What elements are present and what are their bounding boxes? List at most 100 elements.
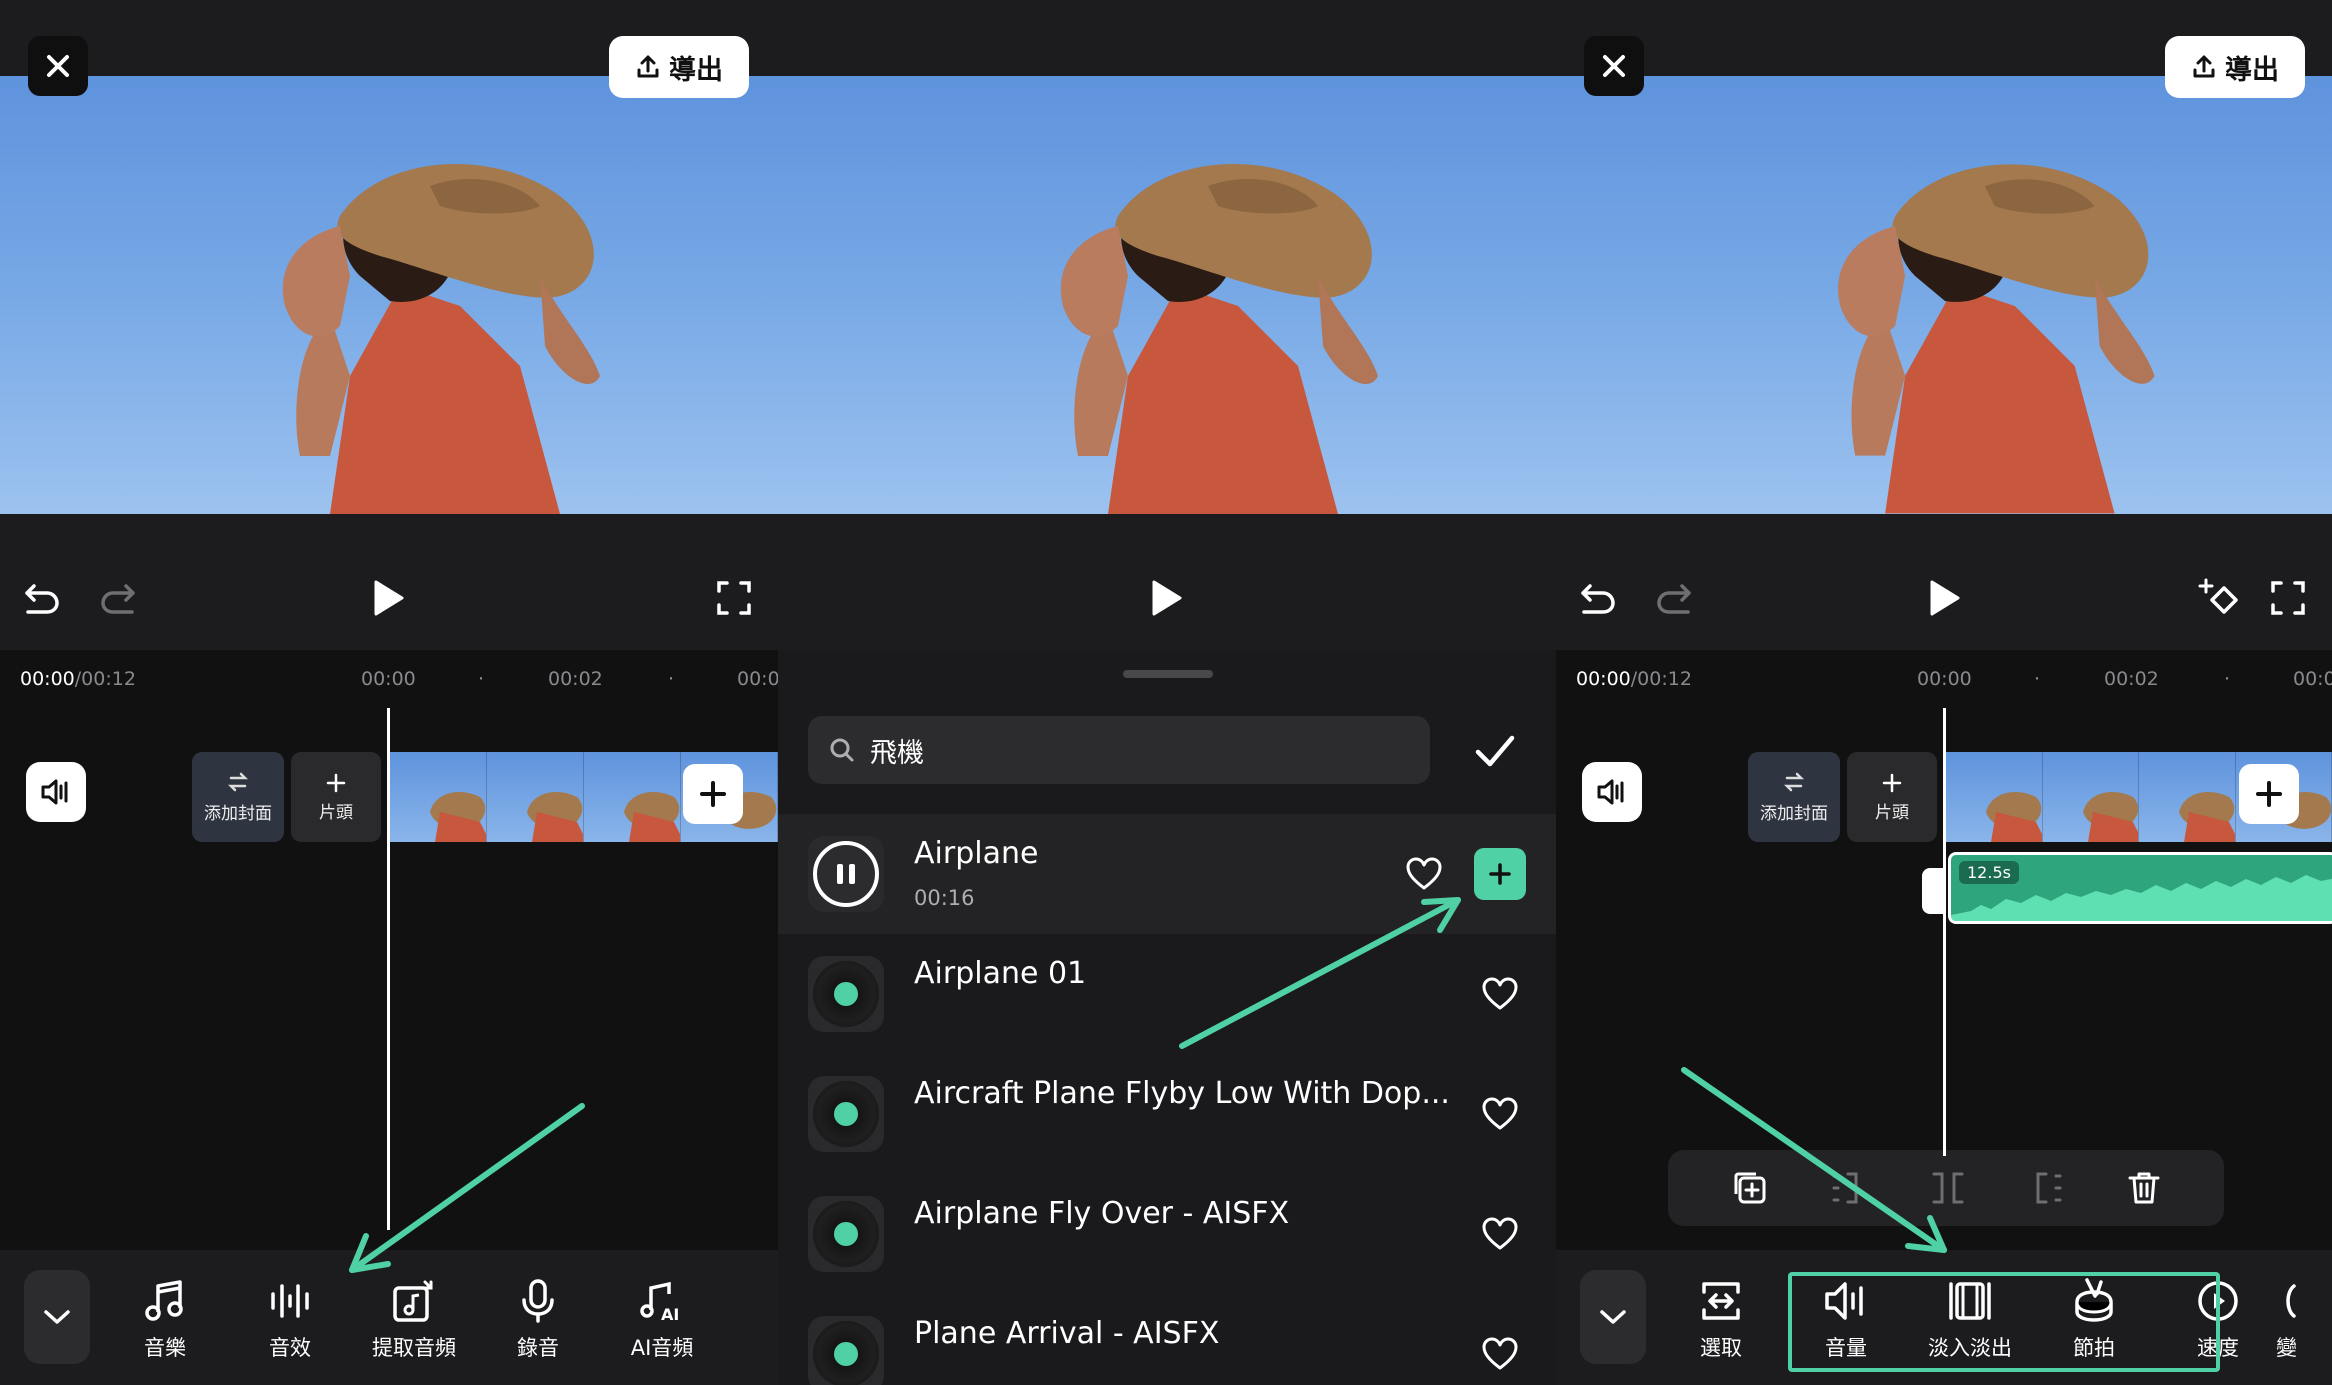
track-title: Plane Arrival - AISFX	[914, 1316, 1220, 1351]
plus-icon	[700, 781, 726, 807]
clip-action-bar	[1668, 1150, 2224, 1226]
editor-panel-audio-clip: 導出 00:00/00:12 00:00 · 00:02 · 00:0 添加封面…	[1556, 0, 2332, 1385]
export-label: 導出	[669, 54, 723, 86]
heart-icon[interactable]	[1404, 854, 1444, 894]
heart-icon[interactable]	[1480, 1334, 1520, 1374]
track-title: Aircraft Plane Flyby Low With Dop...	[914, 1076, 1450, 1111]
tool-music[interactable]: 音樂	[110, 1276, 220, 1362]
time-tick: 00:02	[548, 668, 603, 690]
close-icon	[1603, 55, 1625, 77]
track-cover	[808, 836, 884, 912]
extract-audio-icon	[393, 1280, 433, 1322]
play-icon[interactable]	[370, 578, 408, 618]
time-tick: 00:0	[2293, 668, 2332, 690]
time-tick: 00:00	[361, 668, 416, 690]
track-title: Airplane 01	[914, 956, 1087, 991]
search-input[interactable]: 飛機	[808, 716, 1430, 784]
tool-ai-audio[interactable]: AI AI音頻	[607, 1276, 717, 1362]
export-button[interactable]: 導出	[609, 36, 749, 98]
woman-with-hat-image	[1838, 164, 2155, 514]
clip-thumbnail	[1946, 752, 2043, 842]
svg-text:AI: AI	[661, 1305, 679, 1324]
audio-tools-highlight	[1788, 1272, 2220, 1372]
delete-icon[interactable]	[2124, 1168, 2164, 1208]
upload-icon	[637, 55, 659, 78]
upload-icon	[2193, 55, 2215, 78]
editor-panel-music-entry: 導出 00:00/00:12 00:00 · 00:02 · 00:0 添加封面…	[0, 0, 778, 1385]
add-clip-button[interactable]	[2239, 764, 2299, 824]
checkmark-icon[interactable]	[1472, 728, 1518, 774]
playhead[interactable]	[387, 708, 390, 1230]
mute-clip-button[interactable]	[26, 762, 86, 822]
video-preview	[0, 76, 778, 514]
time-tick: ·	[2224, 668, 2231, 690]
clip-thumbnail	[2139, 752, 2236, 842]
speaker-icon	[1597, 779, 1624, 805]
swap-icon	[1783, 772, 1805, 791]
add-track-button[interactable]	[1474, 848, 1526, 900]
fullscreen-icon[interactable]	[714, 578, 754, 618]
video-preview	[1556, 76, 2332, 514]
tool-record[interactable]: 錄音	[483, 1276, 593, 1362]
redo-icon[interactable]	[98, 578, 138, 618]
add-cover-label: 添加封面	[204, 803, 272, 824]
video-preview	[778, 76, 1556, 514]
search-icon	[830, 738, 854, 762]
heart-icon[interactable]	[1480, 1094, 1520, 1134]
close-button[interactable]	[28, 36, 88, 96]
tool-sound-effect[interactable]: 音效	[235, 1276, 345, 1362]
fullscreen-icon[interactable]	[2268, 578, 2308, 618]
list-item[interactable]: Airplane 00:16	[778, 814, 1556, 934]
list-item[interactable]: Airplane 01	[778, 934, 1556, 1054]
time-tick: ·	[478, 668, 485, 690]
ai-audio-icon: AI	[640, 1281, 679, 1324]
redo-icon[interactable]	[1654, 578, 1694, 618]
add-opening-button[interactable]: 片頭	[1847, 752, 1937, 842]
add-opening-button[interactable]: 片頭	[291, 752, 381, 842]
tool-select[interactable]: 選取	[1666, 1276, 1776, 1362]
keyframe-add-icon[interactable]	[2198, 578, 2242, 618]
undo-icon[interactable]	[22, 578, 62, 618]
list-item[interactable]: Aircraft Plane Flyby Low With Dop...	[778, 1054, 1556, 1174]
list-item[interactable]: Airplane Fly Over - AISFX	[778, 1174, 1556, 1294]
tool-extract-audio[interactable]: 提取音頻	[359, 1276, 469, 1362]
split-icon[interactable]	[1928, 1168, 1968, 1208]
collapse-button[interactable]	[24, 1270, 90, 1364]
close-button[interactable]	[1584, 36, 1644, 96]
list-item[interactable]: Plane Arrival - AISFX	[778, 1294, 1556, 1385]
add-clip-button[interactable]	[683, 764, 743, 824]
play-icon[interactable]	[1926, 578, 1964, 618]
sheet-drag-handle[interactable]	[1123, 670, 1213, 678]
plus-icon	[326, 773, 346, 792]
clip-thumbnail	[584, 752, 681, 842]
audio-clip[interactable]: 12.5s	[1948, 852, 2332, 924]
add-cover-label: 添加封面	[1760, 803, 1828, 824]
time-tick: ·	[2034, 668, 2041, 690]
clip-thumbnail	[487, 752, 584, 842]
clip-thumbnail	[390, 752, 487, 842]
add-opening-label: 片頭	[1875, 802, 1909, 823]
top-bar	[778, 0, 1556, 76]
mute-clip-button[interactable]	[1582, 762, 1642, 822]
search-value: 飛機	[870, 737, 924, 769]
trim-start-icon[interactable]	[1828, 1168, 1868, 1208]
add-cover-button[interactable]: 添加封面	[192, 752, 284, 842]
collapse-button[interactable]	[1580, 1270, 1646, 1364]
undo-icon[interactable]	[1578, 578, 1618, 618]
duplicate-icon[interactable]	[1730, 1168, 1770, 1208]
heart-icon[interactable]	[1480, 974, 1520, 1014]
plus-icon	[1489, 863, 1511, 885]
chevron-down-icon	[44, 1310, 70, 1324]
music-note-icon	[145, 1280, 183, 1321]
audio-clip-length: 12.5s	[1959, 861, 2019, 884]
playhead[interactable]	[1943, 708, 1946, 1156]
tool-more[interactable]: 變	[2276, 1276, 2332, 1362]
export-button[interactable]: 導出	[2165, 36, 2305, 98]
add-opening-label: 片頭	[319, 802, 353, 823]
add-cover-button[interactable]: 添加封面	[1748, 752, 1840, 842]
trim-end-icon[interactable]	[2026, 1168, 2066, 1208]
heart-icon[interactable]	[1480, 1214, 1520, 1254]
track-cover	[808, 1076, 884, 1152]
play-icon[interactable]	[1148, 578, 1186, 618]
chevron-down-icon	[1600, 1310, 1626, 1324]
